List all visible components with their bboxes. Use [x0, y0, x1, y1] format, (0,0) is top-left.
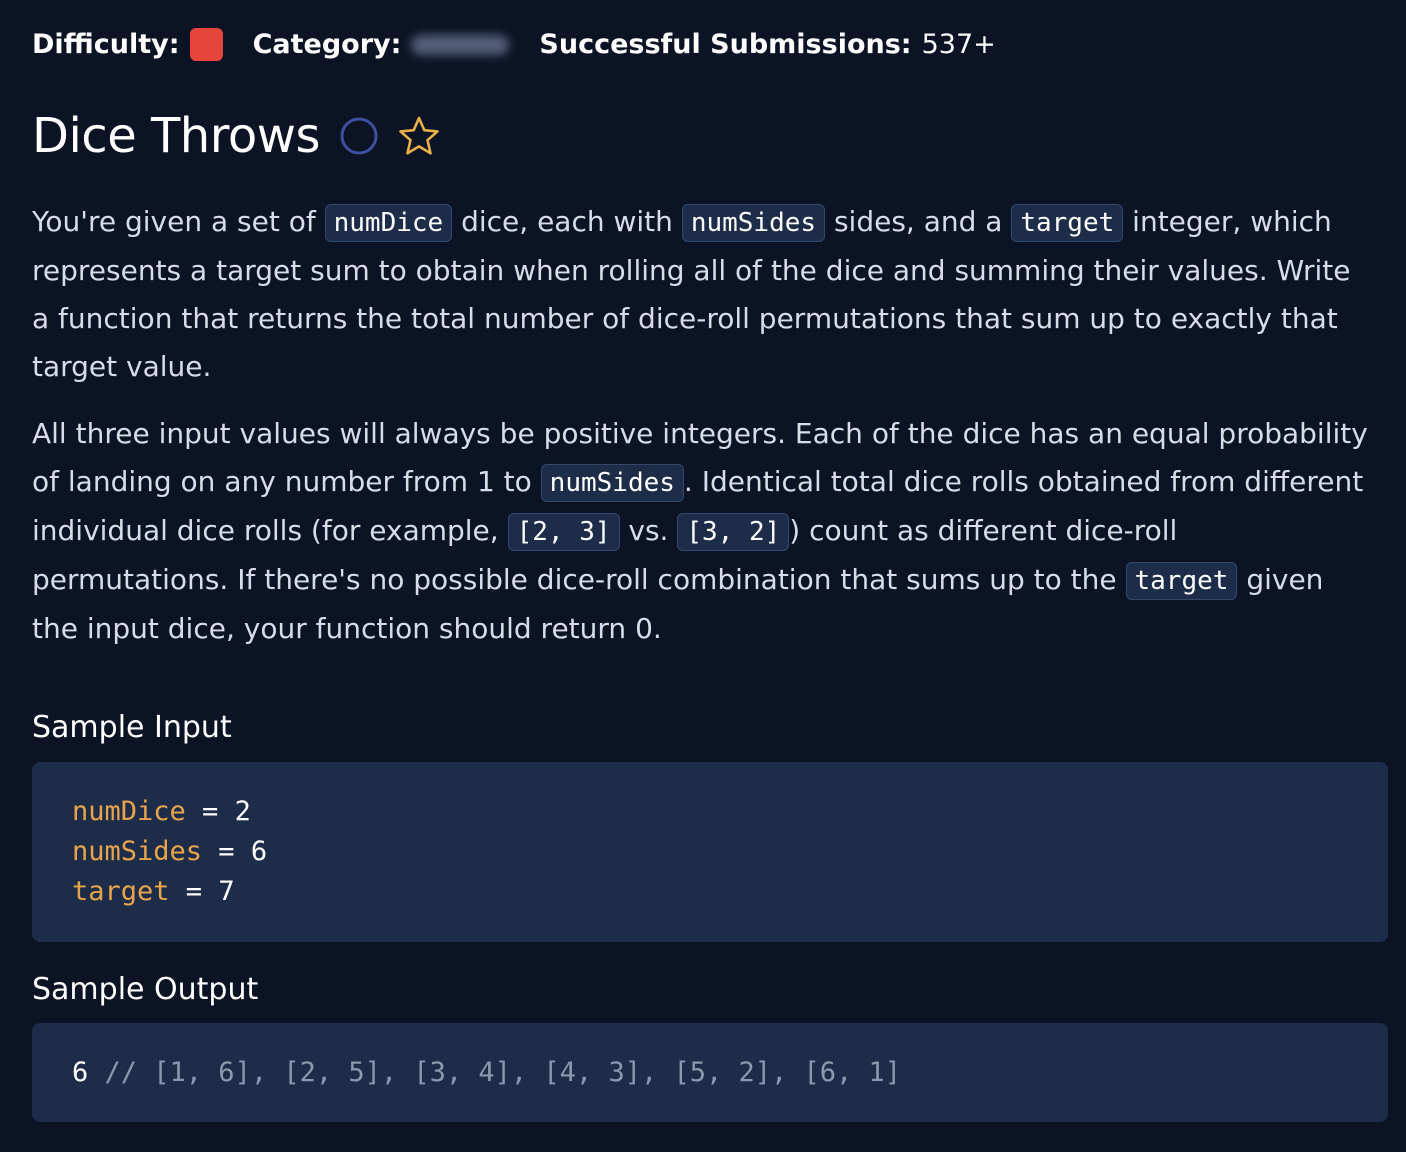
- description-text: dice, each with: [452, 205, 682, 238]
- star-icon[interactable]: [398, 115, 440, 157]
- circle-icon[interactable]: [340, 117, 378, 155]
- code-variable: target: [72, 876, 170, 907]
- code-line: numSides = 6: [72, 832, 1348, 872]
- code-operator: =: [185, 796, 235, 827]
- sample-output-heading: Sample Output: [32, 972, 259, 1007]
- description-text: sides, and a: [825, 205, 1012, 238]
- category-value-blurred: [411, 34, 510, 55]
- code-value: 7: [218, 876, 235, 907]
- submissions-label: Successful Submissions:: [539, 29, 912, 60]
- page-title: Dice Throws: [32, 108, 321, 164]
- sample-output-code-block: 6 // [1, 6], [2, 5], [3, 4], [4, 3], [5,…: [32, 1023, 1388, 1122]
- code-num-sides: numSides: [681, 204, 826, 242]
- code-target: target: [1125, 562, 1238, 600]
- code-variable: numSides: [72, 836, 203, 867]
- output-value: 6: [72, 1057, 89, 1088]
- code-operator: =: [169, 876, 219, 907]
- description-paragraph-1: You're given a set of numDice dice, each…: [32, 198, 1372, 391]
- code-value: 2: [234, 796, 251, 827]
- code-num-dice: numDice: [324, 204, 453, 242]
- code-num-sides: numSides: [540, 464, 684, 502]
- problem-meta-bar: Difficulty: Category: Successful Submiss…: [32, 28, 996, 61]
- output-comment: // [1, 6], [2, 5], [3, 4], [4, 3], [5, 2…: [88, 1057, 902, 1088]
- code-operator: =: [202, 836, 251, 867]
- code-line: target = 7: [72, 872, 1348, 912]
- title-row: Dice Throws: [32, 108, 440, 164]
- difficulty-label: Difficulty:: [32, 29, 180, 60]
- category-label: Category:: [252, 29, 402, 60]
- submissions-count: 537+: [921, 29, 996, 60]
- code-line: numDice = 2: [72, 792, 1348, 832]
- description-text: You're given a set of: [32, 205, 325, 238]
- difficulty-indicator: [189, 28, 223, 61]
- code-value: 6: [250, 836, 268, 867]
- problem-page: Difficulty: Category: Successful Submiss…: [0, 0, 1406, 1152]
- code-variable: numDice: [72, 796, 186, 827]
- description-paragraph-2: All three input values will always be po…: [32, 410, 1372, 653]
- code-example-b: [3, 2]: [677, 513, 790, 551]
- description-text: vs.: [619, 514, 678, 547]
- sample-input-heading: Sample Input: [32, 710, 232, 745]
- code-example-a: [2, 3]: [507, 513, 620, 551]
- sample-input-code-block: numDice = 2 numSides = 6 target = 7: [32, 762, 1388, 942]
- code-target: target: [1011, 204, 1124, 242]
- code-line: 6 // [1, 6], [2, 5], [3, 4], [4, 3], [5,…: [72, 1053, 1348, 1093]
